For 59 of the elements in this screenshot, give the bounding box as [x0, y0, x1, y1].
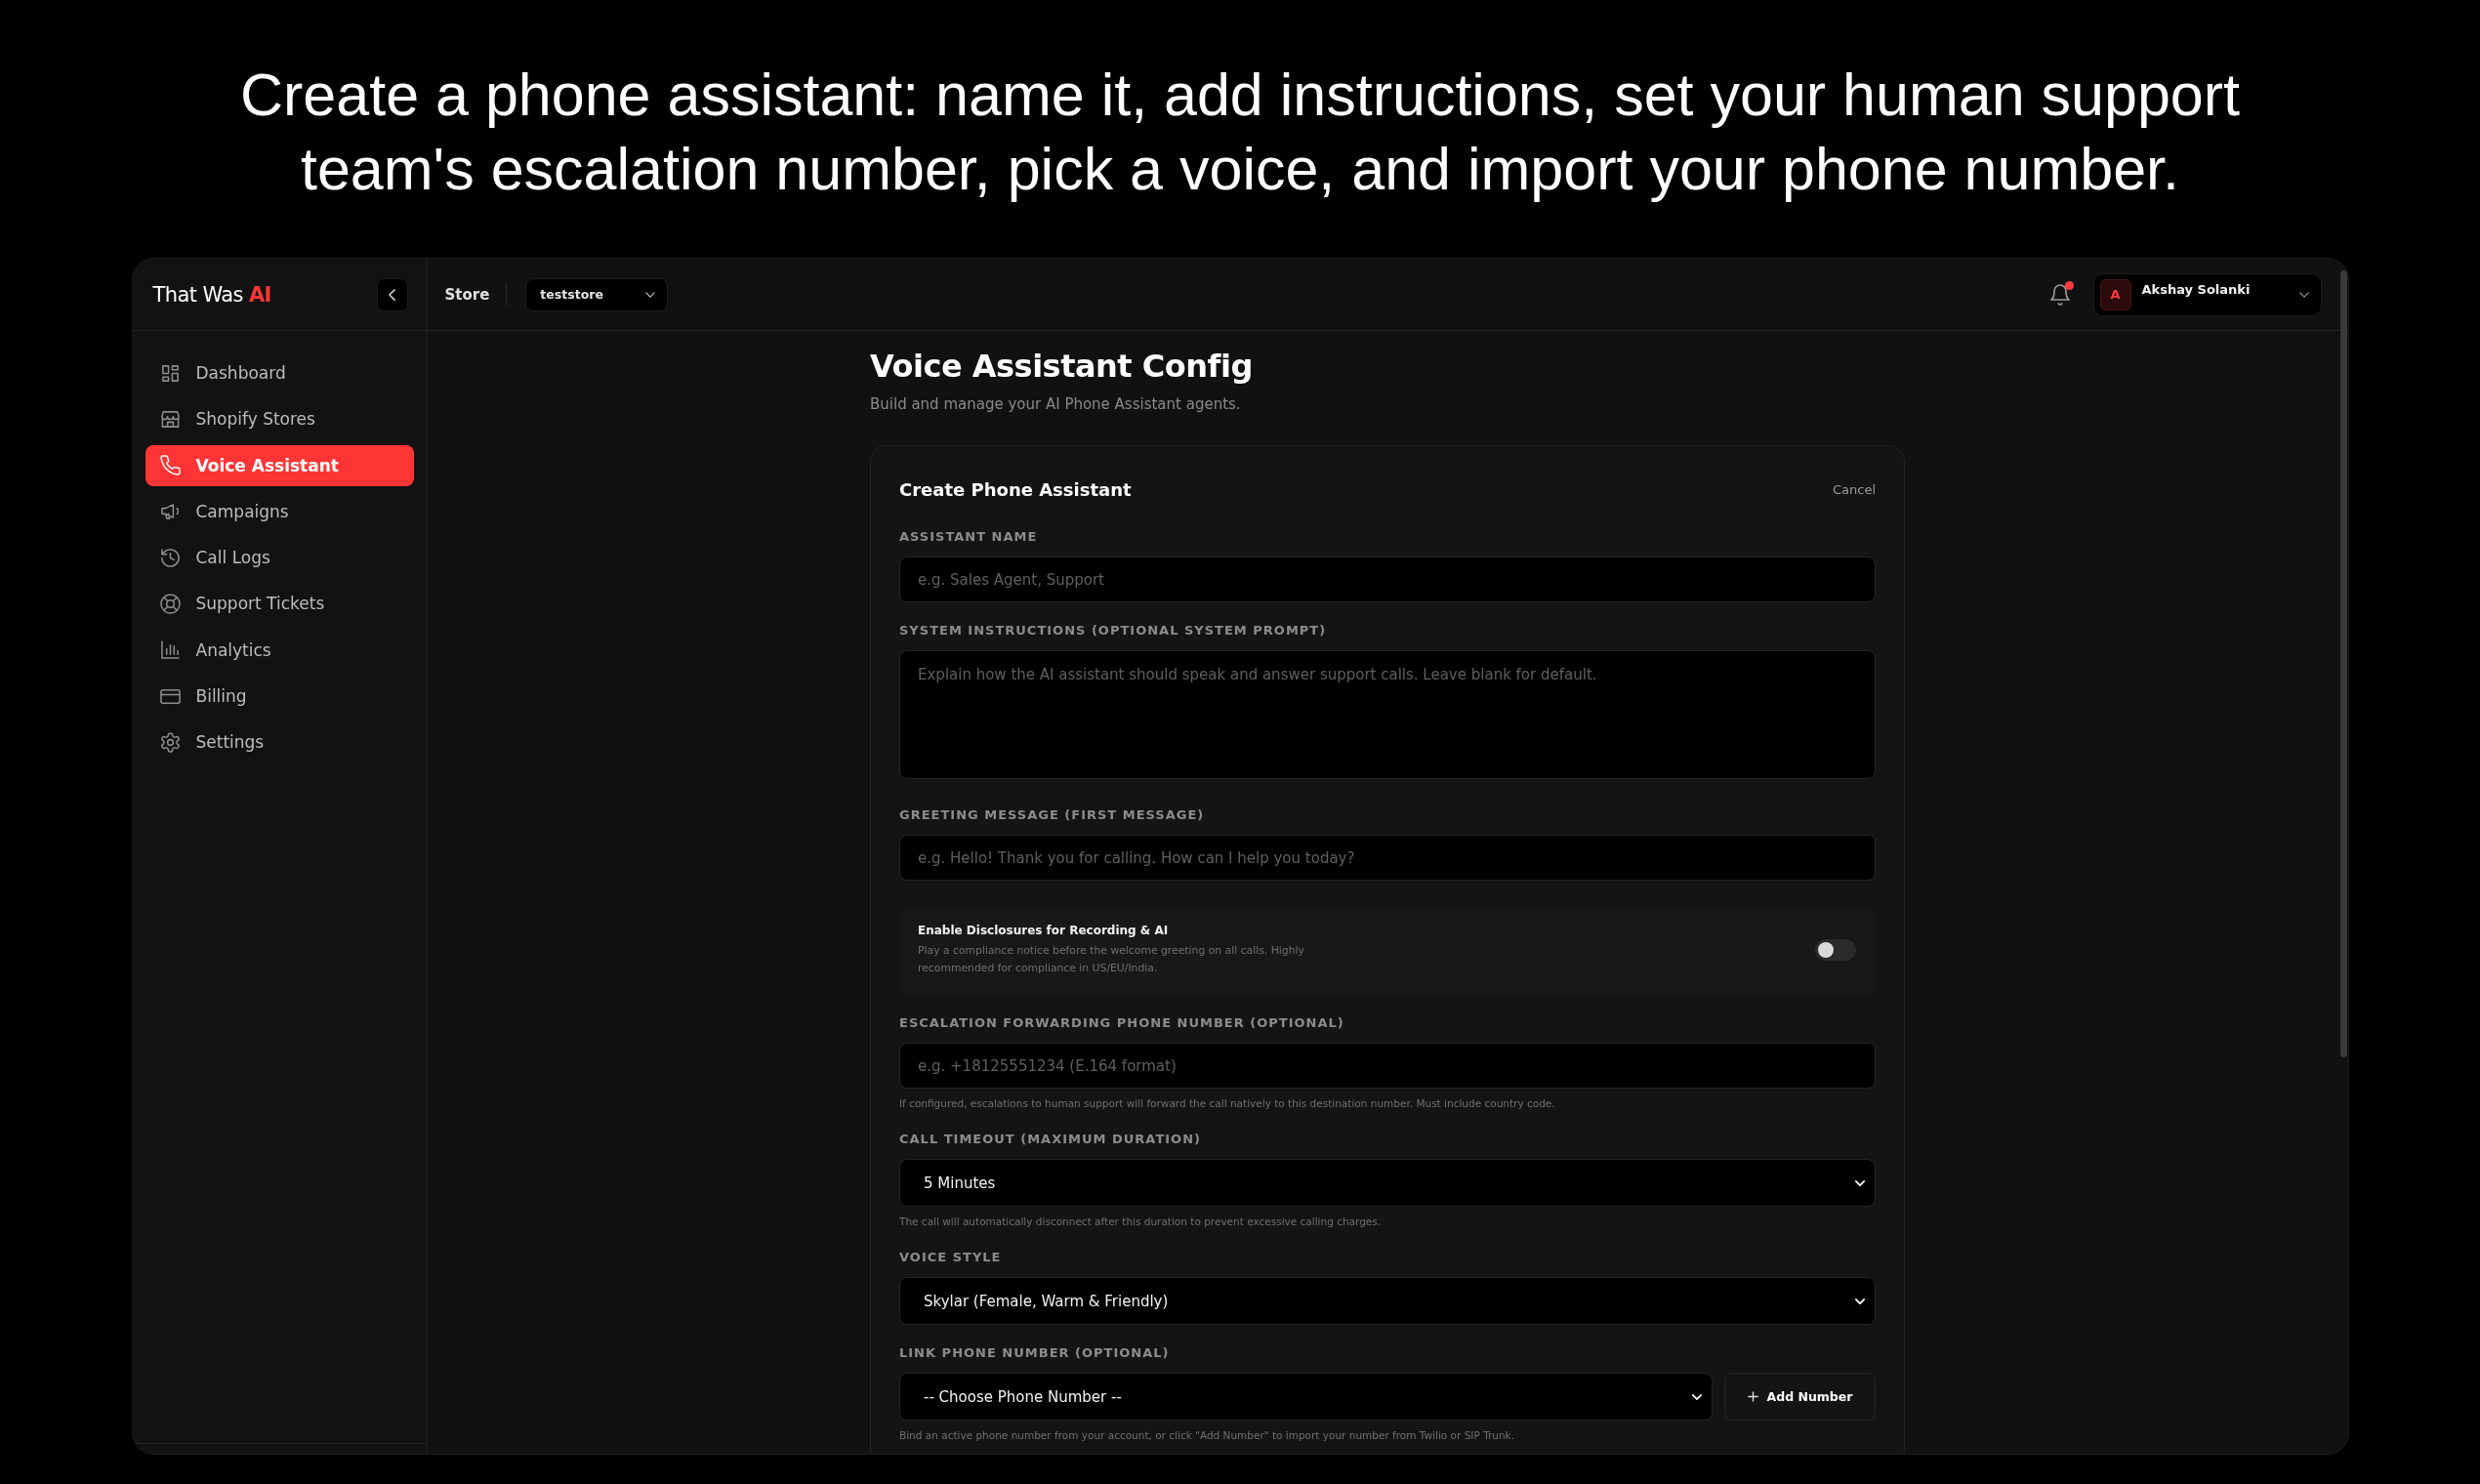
input-field[interactable]: e.g. +18125551234 (E.164 format) — [899, 1043, 1876, 1089]
nav-item[interactable]: Shopify Stores — [145, 398, 414, 440]
chevron-down-icon — [1855, 1179, 1865, 1186]
gear-icon — [159, 731, 181, 753]
nav-item[interactable]: Call Logs — [145, 537, 414, 579]
toggle-switch[interactable] — [1815, 938, 1856, 961]
store-label: Store — [444, 285, 490, 304]
storefront-icon — [159, 408, 181, 430]
help-text: If configured, escalations to human support will forward the call natively to this destination number. Must include country code. — [899, 1096, 1556, 1111]
select-field[interactable]: 5 Minutes — [899, 1159, 1876, 1207]
help-text: The call will automatically disconnect after this duration to prevent excessive calling charges. — [899, 1215, 1383, 1229]
input-field[interactable]: e.g. Sales Agent, Support — [899, 556, 1876, 602]
chevron-down-icon — [645, 291, 656, 298]
nav-item[interactable]: Support Tickets — [145, 583, 414, 625]
store-dropdown[interactable]: teststore — [525, 277, 669, 311]
chevron-left-icon — [389, 288, 395, 301]
field-label: GREETING MESSAGE (FIRST MESSAGE) — [899, 806, 1206, 824]
bar-chart-icon — [159, 639, 181, 661]
nav-item[interactable]: Voice Assistant — [145, 444, 414, 486]
lifebuoy-icon — [159, 594, 181, 614]
page-title: Voice Assistant Config — [870, 347, 1254, 387]
select-field[interactable]: Skylar (Female, Warm & Friendly) — [899, 1277, 1876, 1325]
select-field[interactable]: -- Choose Phone Number -- — [899, 1373, 1713, 1421]
add-number-button[interactable]: Add Number — [1724, 1373, 1876, 1421]
field-label: ESCALATION FORWARDING PHONE NUMBER (OPTIONAL) — [899, 1014, 1345, 1032]
field-label: CALL TIMEOUT (MAXIMUM DURATION) — [899, 1131, 1202, 1148]
caption-text: Create a phone assistant: name it, add instructions, set your human support team's escalation number, pick a voice, and import your phone number. — [239, 61, 2241, 204]
chevron-down-icon — [2298, 291, 2309, 298]
logo: That Was AI — [152, 282, 271, 307]
phone-icon — [159, 455, 181, 476]
toggle-description: Play a compliance notice before the welcome greeting on all calls. Highly recommended for compliance in US/EU/India. — [918, 943, 1305, 976]
field-label: LINK PHONE NUMBER (OPTIONAL) — [899, 1344, 1171, 1362]
cancel-button[interactable]: Cancel — [1832, 481, 1876, 497]
nav-item[interactable]: Billing — [145, 676, 414, 718]
dashboard-grid-icon — [159, 362, 181, 384]
nav-item[interactable]: Campaigns — [145, 490, 414, 532]
user-menu-button[interactable]: A Akshay Solanki — [2092, 272, 2322, 316]
help-text: Bind an active phone number from your account, or click "Add Number" to import your number from Twilio or SIP Trunk. — [899, 1428, 1516, 1443]
field-label: ASSISTANT NAME — [899, 528, 1039, 546]
user-name: Akshay Solanki — [2141, 282, 2251, 297]
history-icon — [159, 547, 181, 568]
page-subtitle: Build and manage your AI Phone Assistant agents. — [870, 394, 1242, 415]
field-label: VOICE STYLE — [899, 1249, 1003, 1266]
plus-icon — [1747, 1391, 1758, 1402]
nav-item[interactable]: Settings — [145, 721, 414, 763]
nav-item[interactable]: Analytics — [145, 629, 414, 671]
megaphone-icon — [159, 501, 181, 522]
input-field[interactable]: e.g. Hello! Thank you for calling. How can I help you today? — [899, 835, 1876, 881]
field-label: SYSTEM INSTRUCTIONS (OPTIONAL SYSTEM PROMPT) — [899, 622, 1328, 639]
nav-item[interactable]: Dashboard — [145, 352, 414, 393]
toggle-title: Enable Disclosures for Recording & AI — [918, 923, 1170, 939]
scrollbar-thumb[interactable] — [2339, 270, 2347, 1057]
bell-icon — [2049, 283, 2070, 306]
form-title: Create Phone Assistant — [899, 478, 1132, 500]
collapse-sidebar-button[interactable] — [376, 277, 408, 311]
textarea-field[interactable]: Explain how the AI assistant should speak and answer support calls. Leave blank for default. — [899, 650, 1876, 779]
chevron-down-icon — [1855, 1298, 1865, 1304]
chevron-down-icon — [1692, 1393, 1702, 1400]
avatar: A — [2099, 278, 2131, 310]
